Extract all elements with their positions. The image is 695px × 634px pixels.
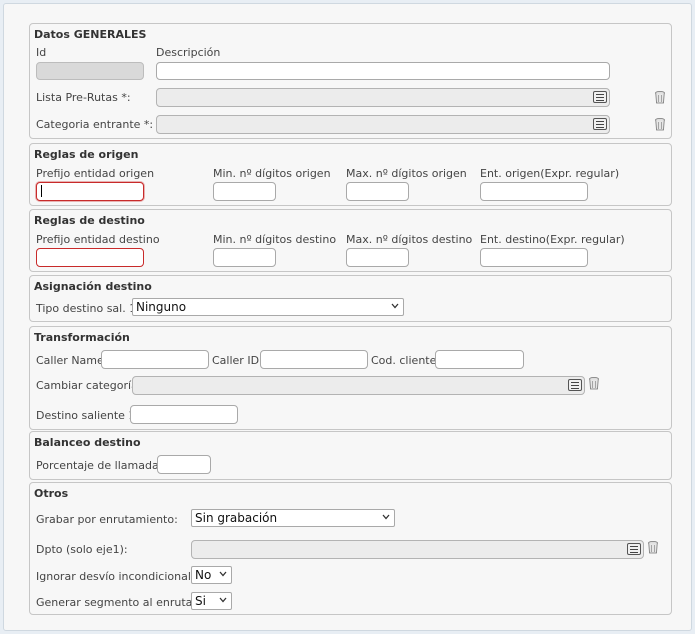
- categoria-entrante-combo[interactable]: [156, 115, 610, 134]
- balanceo-destino-section: Balanceo destino Porcentaje de llamadas: [29, 431, 672, 480]
- caller-name-field[interactable]: [101, 350, 209, 369]
- max-digitos-origen-field[interactable]: [346, 182, 409, 201]
- min-digitos-origen-field[interactable]: [213, 182, 276, 201]
- dpto-combo[interactable]: [191, 540, 644, 559]
- asignacion-destino-section: Asignación destino Tipo destino sal. 1 N…: [29, 275, 672, 322]
- route-form-panel: Datos GENERALES Id Descripción Lista Pre…: [3, 3, 692, 631]
- transformacion-section: Transformación Caller Name Caller ID Cod…: [29, 326, 672, 430]
- caller-id-field[interactable]: [260, 350, 368, 369]
- reglas-destino-section: Reglas de destino Prefijo entidad destin…: [29, 209, 672, 272]
- max-digitos-destino-label: Max. nº dígitos destino: [346, 233, 473, 246]
- min-digitos-origen-label: Min. nº dígitos origen: [213, 167, 331, 180]
- caller-name-label: Caller Name: [36, 354, 104, 367]
- id-label: Id: [36, 46, 47, 59]
- porcentaje-llamadas-field[interactable]: [157, 455, 211, 474]
- section-title: Transformación: [34, 331, 130, 344]
- list-icon[interactable]: [593, 118, 607, 130]
- expr-destino-label: Ent. destino(Expr. regular): [480, 233, 625, 246]
- section-title: Datos GENERALES: [34, 28, 147, 41]
- grabar-select[interactable]: Sin grabación: [191, 509, 395, 527]
- descripcion-field[interactable]: [156, 62, 610, 80]
- trash-icon[interactable]: [589, 377, 599, 390]
- destino-saliente-field[interactable]: [130, 405, 238, 424]
- reglas-origen-section: Reglas de origen Prefijo entidad origen …: [29, 143, 672, 206]
- chevron-down-icon: [391, 303, 399, 309]
- dpto-label: Dpto (solo eje1):: [36, 543, 128, 556]
- max-digitos-origen-label: Max. nº dígitos origen: [346, 167, 467, 180]
- cod-cliente-label: Cod. cliente: [371, 354, 437, 367]
- prefijo-origen-field[interactable]: [36, 182, 144, 201]
- section-title: Asignación destino: [34, 280, 152, 293]
- ignorar-desvio-value: No: [195, 568, 212, 582]
- porcentaje-llamadas-label: Porcentaje de llamadas: [36, 459, 165, 472]
- tipo-destino-select[interactable]: Ninguno: [132, 298, 404, 316]
- trash-icon[interactable]: [648, 541, 658, 554]
- grabar-value: Sin grabación: [195, 511, 278, 525]
- chevron-down-icon: [219, 597, 227, 603]
- tipo-destino-label: Tipo destino sal. 1: [36, 302, 137, 315]
- trash-icon[interactable]: [655, 91, 665, 104]
- lista-preruta-combo[interactable]: [156, 88, 610, 107]
- cambiar-categoria-combo[interactable]: [132, 376, 585, 395]
- otros-section: Otros Grabar por enrutamiento: Sin graba…: [29, 482, 672, 615]
- generar-segmento-label: Generar segmento al enrutar:: [36, 596, 201, 609]
- section-title: Reglas de origen: [34, 148, 139, 161]
- expr-origen-field[interactable]: [480, 182, 588, 201]
- ignorar-desvio-label: Ignorar desvío incondicional:: [36, 570, 195, 583]
- list-icon[interactable]: [593, 91, 607, 103]
- datos-generales-section: Datos GENERALES Id Descripción Lista Pre…: [29, 23, 672, 139]
- expr-origen-label: Ent. origen(Expr. regular): [480, 167, 620, 180]
- descripcion-label: Descripción: [156, 46, 221, 59]
- chevron-down-icon: [382, 514, 390, 520]
- prefijo-destino-label: Prefijo entidad destino: [36, 233, 160, 246]
- min-digitos-destino-label: Min. nº dígitos destino: [213, 233, 337, 246]
- tipo-destino-value: Ninguno: [136, 300, 187, 314]
- grabar-label: Grabar por enrutamiento:: [36, 513, 178, 526]
- prefijo-destino-field[interactable]: [36, 248, 144, 267]
- trash-icon[interactable]: [655, 118, 665, 131]
- max-digitos-destino-field[interactable]: [346, 248, 409, 267]
- categoria-entrante-label: Categoria entrante *:: [36, 118, 154, 131]
- section-title: Otros: [34, 487, 69, 500]
- caller-id-label: Caller ID: [212, 354, 260, 367]
- list-icon[interactable]: [568, 379, 582, 391]
- ignorar-desvio-select[interactable]: No: [191, 566, 232, 584]
- chevron-down-icon: [219, 571, 227, 577]
- cod-cliente-field[interactable]: [435, 350, 524, 369]
- section-title: Balanceo destino: [34, 436, 141, 449]
- destino-saliente-label: Destino saliente 1: [36, 409, 136, 422]
- id-field: [36, 62, 144, 80]
- text-caret: [41, 185, 42, 197]
- prefijo-origen-label: Prefijo entidad origen: [36, 167, 155, 180]
- generar-segmento-select[interactable]: Si: [191, 592, 232, 610]
- lista-preruta-label: Lista Pre-Rutas *:: [36, 91, 131, 104]
- cambiar-categoria-label: Cambiar categoría: [36, 379, 138, 392]
- expr-destino-field[interactable]: [480, 248, 588, 267]
- generar-segmento-value: Si: [195, 594, 206, 608]
- list-icon[interactable]: [627, 543, 641, 555]
- section-title: Reglas de destino: [34, 214, 145, 227]
- min-digitos-destino-field[interactable]: [213, 248, 276, 267]
